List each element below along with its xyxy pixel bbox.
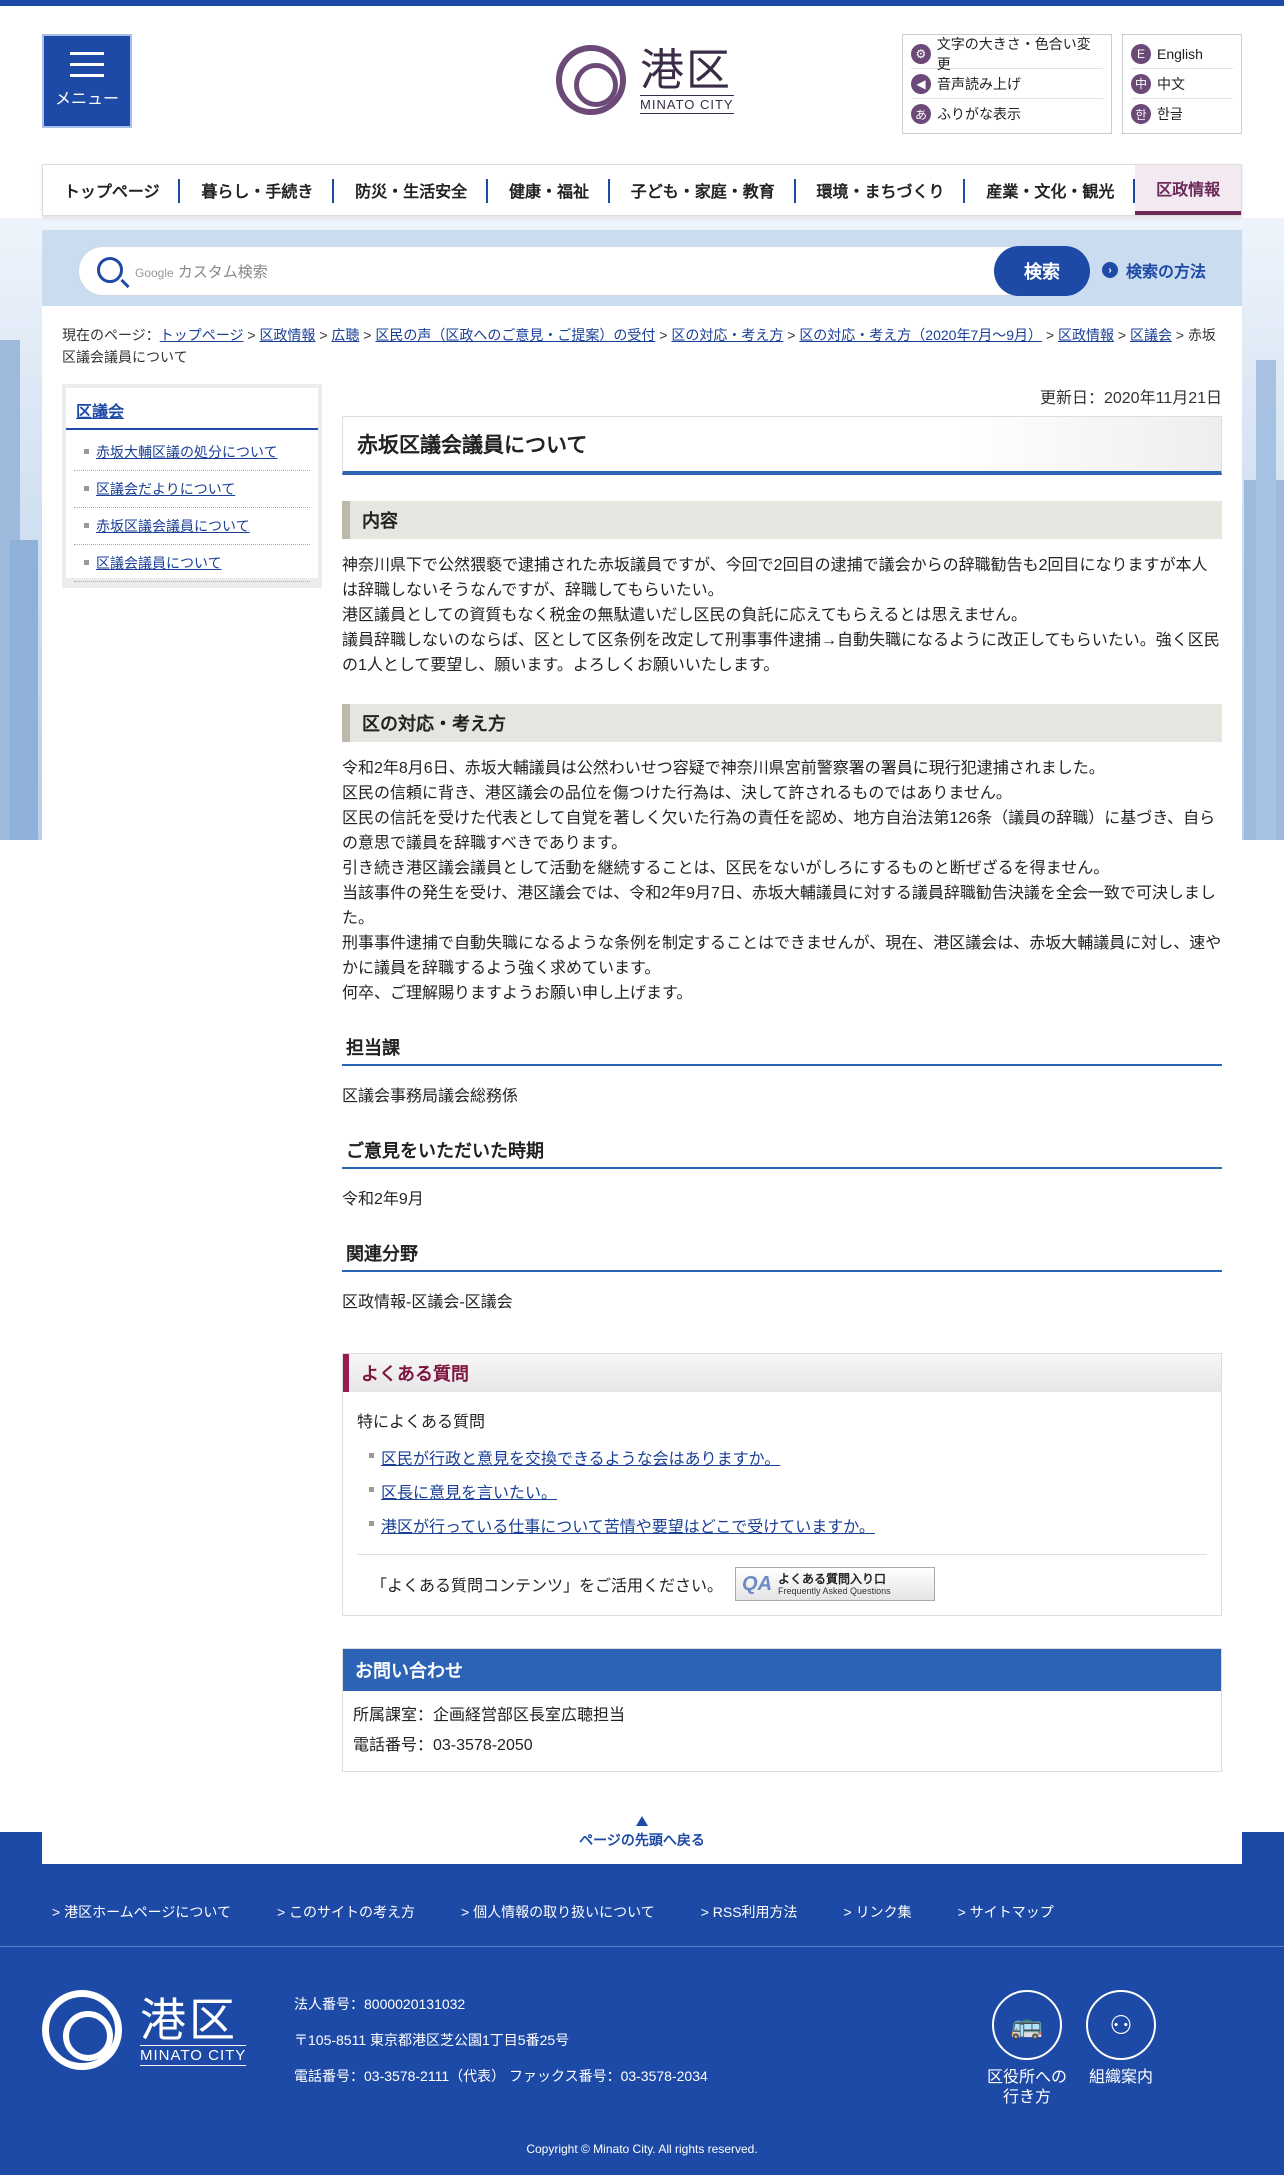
footer-link[interactable]: > 個人情報の取り扱いについて	[461, 1902, 655, 1922]
field-heading: 関連分野	[342, 1240, 1222, 1272]
footer-divider	[0, 1946, 1284, 1947]
breadcrumb-link[interactable]: 区政情報	[259, 327, 315, 343]
nav-children[interactable]: 子ども・家庭・教育	[610, 165, 796, 215]
response-text: 令和2年8月6日、赤坂大輔議員は公然わいせつ容疑で神奈川県宮前警察署の署員に現行…	[342, 760, 1222, 1002]
korean-icon: 한	[1131, 104, 1151, 124]
main-content: 更新日：2020年11月21日 赤坂区議会議員について 内容 神奈川県下で公然猥…	[342, 384, 1222, 1772]
breadcrumb-link[interactable]: 区議会	[1130, 327, 1172, 343]
period-heading: ご意見をいただいた時期	[342, 1137, 1222, 1169]
org-chart-icon: ⚇	[1086, 1990, 1156, 2060]
speaker-icon: ◀	[911, 73, 931, 94]
menu-button[interactable]: メニュー	[42, 34, 132, 128]
faq-item: 区長に意見を言いたい。	[357, 1474, 1207, 1508]
page-title: 赤坂区議会議員について	[342, 416, 1222, 475]
contact-room: 所属課室：企画経営部区長室広聴担当	[353, 1707, 626, 1724]
faq-foot-text: 「よくある質問コンテンツ」をご活用ください。	[371, 1578, 724, 1595]
minato-emblem-icon	[42, 1990, 122, 2070]
breadcrumb-link[interactable]: 区民の声（区政へのご意見・ご提案）の受付	[375, 327, 655, 343]
sidebar-item: 区議会だよりについて	[74, 471, 310, 508]
contact-tel: 電話番号：03-3578-2050	[353, 1737, 533, 1754]
faq-item: 区民が行政と意見を交換できるような会はありますか。	[357, 1440, 1207, 1474]
lang-korean-link[interactable]: 한 한글	[1131, 99, 1233, 129]
footer-link[interactable]: > サイトマップ	[958, 1902, 1054, 1922]
footer-links: > 港区ホームページについて > このサイトの考え方 > 個人情報の取り扱いにつ…	[52, 1902, 1100, 1922]
qa-icon: QA	[742, 1572, 773, 1595]
faq-heading: よくある質問	[343, 1354, 1221, 1392]
sidebar-heading-link[interactable]: 区議会	[76, 404, 124, 421]
read-aloud-link[interactable]: ◀ 音声読み上げ	[911, 69, 1103, 99]
lang-chinese-link[interactable]: 中中文	[1131, 69, 1233, 99]
footer-link[interactable]: > このサイトの考え方	[277, 1902, 415, 1922]
gear-icon: ⚙	[911, 43, 931, 64]
footer-link[interactable]: > リンク集	[844, 1902, 912, 1922]
hamburger-icon	[70, 52, 104, 77]
nav-health[interactable]: 健康・福祉	[488, 165, 610, 215]
faq-lead: 特によくある質問	[357, 1414, 486, 1431]
search-button[interactable]: 検索	[994, 246, 1090, 296]
field-value: 区政情報-区議会-区議会	[342, 1294, 513, 1311]
logo-en: MINATO CITY	[640, 94, 734, 114]
text-size-color-link[interactable]: ⚙ 文字の大きさ・色合い変更	[911, 36, 1103, 72]
nav-industry[interactable]: 産業・文化・観光	[965, 165, 1136, 215]
nav-top[interactable]: トップページ	[43, 165, 181, 215]
nav-government[interactable]: 区政情報	[1135, 165, 1242, 215]
furigana-icon: あ	[911, 104, 931, 124]
minato-emblem-icon	[556, 45, 626, 115]
logo-ja: 港区	[640, 45, 732, 95]
nav-living[interactable]: 暮らし・手続き	[180, 165, 335, 215]
section-heading-content: 内容	[342, 501, 1222, 539]
lang-english-link[interactable]: E English	[1131, 39, 1233, 69]
arrow-up-icon	[636, 1816, 648, 1826]
nav-environment[interactable]: 環境・まちづくり	[796, 165, 966, 215]
breadcrumb-link[interactable]: トップページ	[160, 327, 244, 343]
site-logo[interactable]: 港区 MINATO CITY	[556, 44, 734, 116]
period-value: 令和2年9月	[342, 1191, 424, 1208]
updated-date: 更新日：2020年11月21日	[1039, 390, 1222, 407]
corporate-number: 法人番号：8000020131032	[294, 1996, 466, 2012]
search-help-link[interactable]: › 検索の方法	[1102, 258, 1206, 282]
phone-fax: 電話番号：03-3578-2111（代表） ファックス番号：03-3578-20…	[294, 2068, 708, 2084]
chinese-icon: 中	[1131, 73, 1151, 94]
address: 〒105-8511 東京都港区芝公園1丁目5番25号	[294, 2032, 570, 2048]
back-to-top-button[interactable]: ページの先頭へ戻る	[42, 1806, 1242, 1864]
chevron-right-icon: ›	[1102, 262, 1118, 278]
footer-link[interactable]: > 港区ホームページについて	[52, 1902, 231, 1922]
sidebar-item: 赤坂区議会議員について	[74, 508, 310, 545]
faq-box: よくある質問 特によくある質問 区民が行政と意見を交換できるような会はありますか…	[342, 1353, 1222, 1616]
sidebar: 区議会 赤坂大輔区議の処分について 区議会だよりについて 赤坂区議会議員について…	[62, 384, 322, 588]
faq-entrance-banner[interactable]: QA よくある質問入り口 Frequently Asked Questions	[735, 1567, 936, 1601]
footer-logo: 港区 MINATO CITY	[42, 1990, 247, 2070]
breadcrumb-link[interactable]: 区の対応・考え方（2020年7月～9月）	[799, 327, 1042, 343]
search-area: Google カスタム検索 検索 › 検索の方法	[42, 230, 1242, 306]
organization-link[interactable]: ⚇ 組織案内	[1066, 1990, 1176, 2088]
dept-heading: 担当課	[342, 1034, 1222, 1066]
sidebar-item: 区議会議員について	[74, 545, 310, 582]
english-icon: E	[1131, 43, 1151, 64]
opinion-text: 神奈川県下で公然猥褻で逮捕された赤坂議員ですが、今回で2回目の逮捕で議会からの辞…	[342, 557, 1220, 674]
footer-link[interactable]: > RSS利用方法	[701, 1902, 798, 1922]
dept-value: 区議会事務局議会総務係	[342, 1088, 519, 1105]
breadcrumb-link[interactable]: 区の対応・考え方	[671, 327, 783, 343]
train-bus-icon: 🚌	[992, 1990, 1062, 2060]
top-accent-bar	[0, 0, 1284, 6]
sidebar-item: 赤坂大輔区議の処分について	[74, 434, 310, 471]
nav-safety[interactable]: 防災・生活安全	[334, 165, 488, 215]
language-tools: E English 中中文 한 한글	[1122, 34, 1242, 134]
breadcrumb-link[interactable]: 広聴	[331, 327, 359, 343]
breadcrumb: 現在のページ：トップページ > 区政情報 > 広聴 > 区民の声（区政へのご意見…	[62, 327, 1216, 365]
accessibility-tools: ⚙ 文字の大きさ・色合い変更 ◀ 音声読み上げ あふりがな表示	[902, 34, 1112, 134]
contact-box: お問い合わせ 所属課室：企画経営部区長室広聴担当 電話番号：03-3578-20…	[342, 1648, 1222, 1772]
footer: > 港区ホームページについて > このサイトの考え方 > 個人情報の取り扱いにつ…	[0, 1832, 1284, 2175]
contact-heading: お問い合わせ	[343, 1649, 1221, 1691]
search-icon	[97, 257, 123, 283]
breadcrumb-link[interactable]: 区政情報	[1058, 327, 1114, 343]
section-heading-response: 区の対応・考え方	[342, 704, 1222, 742]
footer-info: 法人番号：8000020131032 〒105-8511 東京都港区芝公園1丁目…	[294, 1986, 708, 2094]
furigana-link[interactable]: あふりがな表示	[911, 99, 1103, 129]
faq-item: 港区が行っている仕事について苦情や要望はどこで受けていますか。	[357, 1508, 1207, 1542]
copyright: Copyright © Minato City. All rights rese…	[526, 2142, 758, 2156]
search-input[interactable]: Google カスタム検索	[78, 246, 1082, 296]
global-nav: トップページ 暮らし・手続き 防災・生活安全 健康・福祉 子ども・家庭・教育 環…	[42, 164, 1242, 216]
